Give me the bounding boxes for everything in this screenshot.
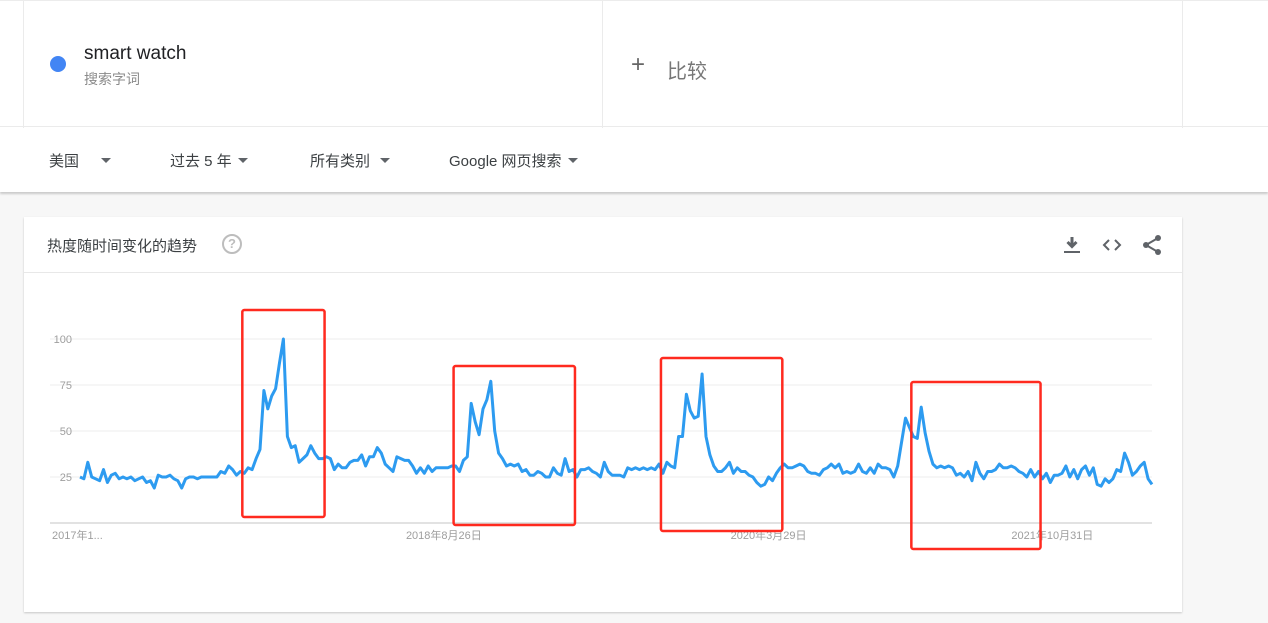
series-line-smart-watch [79, 337, 1154, 490]
time-range-filter[interactable]: 过去 5 年 [170, 150, 248, 171]
chevron-down-icon [101, 157, 112, 163]
category-filter-label: 所有类别 [310, 153, 371, 170]
x-tick-label: 2017年1... [52, 528, 103, 542]
term-color-dot [50, 56, 66, 72]
chevron-down-icon [380, 157, 391, 163]
search-terms-row: smart watch 搜索字词 + 比较 [0, 0, 1268, 128]
search-type-filter[interactable]: Google 网页搜索 [449, 150, 578, 171]
highlight-box [452, 364, 577, 527]
search-type-filter-label: Google 网页搜索 [449, 153, 562, 170]
region-filter[interactable]: 美国 [49, 150, 112, 171]
y-tick-label: 100 [54, 334, 72, 346]
chevron-down-icon [567, 157, 578, 163]
compare-label: 比较 [667, 61, 707, 83]
search-term-card[interactable]: smart watch 搜索字词 [23, 1, 603, 128]
highlight-box [659, 356, 784, 533]
explore-header: smart watch 搜索字词 + 比较 美国 过去 5 年 所有类别 Goo… [0, 0, 1268, 192]
term-type-label: 搜索字词 [84, 71, 140, 87]
y-tick-label: 25 [60, 472, 72, 484]
plus-icon: + [631, 51, 646, 78]
x-tick-label: 2018年8月26日 [406, 528, 482, 542]
chevron-down-icon [237, 157, 248, 163]
interest-over-time-card: 热度随时间变化的趋势 ? 25 50 75 100 2017年1... 2018年8月26… [24, 217, 1182, 612]
region-filter-label: 美国 [49, 153, 80, 170]
trend-chart[interactable]: 2550751002017年1... 2018年8月26日 2020年3月29日 20… [24, 217, 1182, 612]
term-name[interactable]: smart watch [84, 43, 186, 65]
time-range-filter-label: 过去 5 年 [170, 153, 232, 170]
x-tick-label: 2021年10月31日 [1011, 528, 1093, 542]
y-tick-label: 50 [60, 426, 72, 438]
category-filter[interactable]: 所有类别 [310, 150, 391, 171]
compare-button[interactable]: + 比较 [603, 1, 1183, 128]
filter-bar: 美国 过去 5 年 所有类别 Google 网页搜索 [0, 128, 1268, 192]
y-tick-label: 75 [60, 380, 72, 392]
